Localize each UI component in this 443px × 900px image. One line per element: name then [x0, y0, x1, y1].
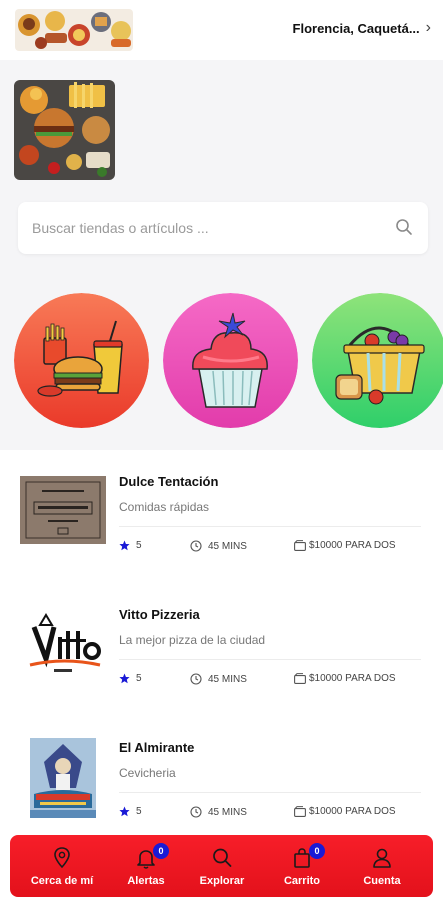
store-description: Comidas rápidas	[119, 500, 210, 514]
store-description: La mejor pizza de la ciudad	[119, 633, 266, 647]
store-delivery-time: 45 MINS	[190, 673, 247, 685]
store-rating: 5	[119, 540, 142, 551]
store-name: Dulce Tentación	[119, 474, 219, 489]
rating-value: 5	[136, 540, 142, 551]
store-name: Vitto Pizzeria	[119, 607, 200, 622]
clock-icon	[190, 806, 202, 818]
store-logo	[20, 609, 106, 677]
chevron-right-icon: ›	[425, 19, 431, 36]
store-delivery-time: 45 MINS	[190, 540, 247, 552]
search-input[interactable]	[32, 202, 382, 254]
store-description: Cevicheria	[119, 766, 176, 780]
nav-label: Alertas	[127, 875, 165, 887]
store-logo	[30, 738, 96, 818]
wallet-icon	[294, 673, 306, 684]
category-desserts[interactable]	[163, 293, 298, 428]
nav-label: Explorar	[199, 875, 245, 887]
nav-item-cart[interactable]: 0 Carrito	[260, 835, 344, 897]
rating-value: 5	[136, 673, 142, 684]
wallet-icon	[294, 540, 306, 551]
rating-value: 5	[136, 806, 142, 817]
category-fast-food[interactable]	[14, 293, 149, 428]
store-list: Dulce Tentación Comidas rápidas 5 45 MIN…	[0, 450, 443, 835]
clock-icon	[190, 673, 202, 685]
cart-badge: 0	[309, 843, 325, 859]
clock-icon	[190, 540, 202, 552]
promo-banner[interactable]	[14, 80, 115, 180]
nav-item-nearby[interactable]: Cerca de mí	[20, 835, 104, 897]
location-selector[interactable]: Florencia, Caquetá... ›	[293, 20, 431, 36]
time-value: 45 MINS	[208, 673, 247, 685]
alerts-badge: 0	[153, 843, 169, 859]
store-card[interactable]: Dulce Tentación Comidas rápidas 5 45 MIN…	[0, 450, 443, 583]
time-value: 45 MINS	[208, 806, 247, 818]
store-rating: 5	[119, 673, 142, 684]
divider	[119, 526, 421, 527]
search-bar	[18, 202, 428, 254]
store-rating: 5	[119, 806, 142, 817]
nav-label: Cerca de mí	[30, 875, 94, 887]
promo-area	[0, 60, 443, 450]
store-price: $10000 PARA DOS	[294, 540, 396, 551]
location-label: Florencia, Caquetá...	[292, 20, 420, 36]
price-value: $10000 PARA DOS	[309, 806, 396, 817]
fast-food-icon	[14, 293, 149, 428]
star-icon	[119, 673, 130, 684]
search-icon	[213, 848, 232, 867]
store-card[interactable]: Vitto Pizzeria La mejor pizza de la ciud…	[0, 583, 443, 716]
search-icon[interactable]	[395, 218, 413, 236]
store-name: El Almirante	[119, 740, 195, 755]
divider	[119, 659, 421, 660]
store-logo	[20, 476, 106, 544]
store-delivery-time: 45 MINS	[190, 806, 247, 818]
header: Florencia, Caquetá... ›	[0, 0, 443, 60]
star-icon	[119, 806, 130, 817]
nav-item-account[interactable]: Cuenta	[340, 835, 424, 897]
category-groceries[interactable]	[312, 293, 443, 428]
cupcake-icon	[163, 293, 298, 428]
grocery-basket-icon	[312, 293, 443, 428]
nav-label: Carrito	[283, 875, 321, 887]
nav-label: Cuenta	[363, 875, 401, 887]
price-value: $10000 PARA DOS	[309, 673, 396, 684]
nav-item-alerts[interactable]: 0 Alertas	[104, 835, 188, 897]
nav-item-explore[interactable]: Explorar	[180, 835, 264, 897]
store-card[interactable]: El Almirante Cevicheria 5 45 MINS $10000…	[0, 716, 443, 835]
star-icon	[119, 540, 130, 551]
app-logo[interactable]	[15, 9, 133, 51]
store-price: $10000 PARA DOS	[294, 806, 396, 817]
divider	[119, 792, 421, 793]
map-pin-icon	[54, 847, 70, 869]
bottom-nav: Cerca de mí 0 Alertas Explorar 0 Carrito…	[10, 835, 433, 897]
store-price: $10000 PARA DOS	[294, 673, 396, 684]
price-value: $10000 PARA DOS	[309, 540, 396, 551]
wallet-icon	[294, 806, 306, 817]
user-icon	[373, 848, 391, 868]
time-value: 45 MINS	[208, 540, 247, 552]
